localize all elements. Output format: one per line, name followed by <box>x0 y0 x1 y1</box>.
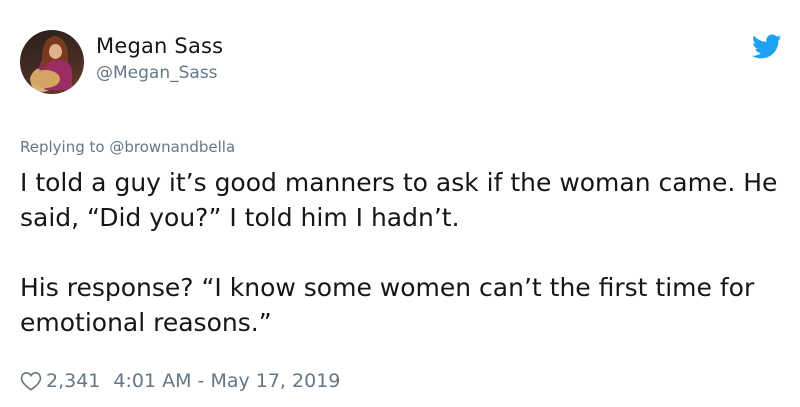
tweet-paragraph: His response? “I know some women can’t t… <box>20 273 755 337</box>
tweet-paragraph: I told a guy it’s good manners to ask if… <box>20 168 778 232</box>
avatar-face <box>49 44 62 59</box>
like-count: 2,341 <box>46 370 101 392</box>
timestamp[interactable]: 4:01 AM - May 17, 2019 <box>113 370 340 392</box>
avatar[interactable] <box>20 30 84 94</box>
display-name[interactable]: Megan Sass <box>96 34 223 58</box>
avatar-guitar <box>30 70 60 88</box>
heart-icon[interactable] <box>20 371 42 391</box>
tweet-card: Megan Sass @Megan_Sass Replying to @brow… <box>0 0 800 407</box>
tweet-text: I told a guy it’s good manners to ask if… <box>20 165 780 340</box>
twitter-bird-icon[interactable] <box>752 34 782 60</box>
tweet-meta: 2,341 4:01 AM - May 17, 2019 <box>20 368 340 394</box>
user-handle[interactable]: @Megan_Sass <box>96 63 218 83</box>
replying-to[interactable]: Replying to @brownandbella <box>20 138 235 156</box>
